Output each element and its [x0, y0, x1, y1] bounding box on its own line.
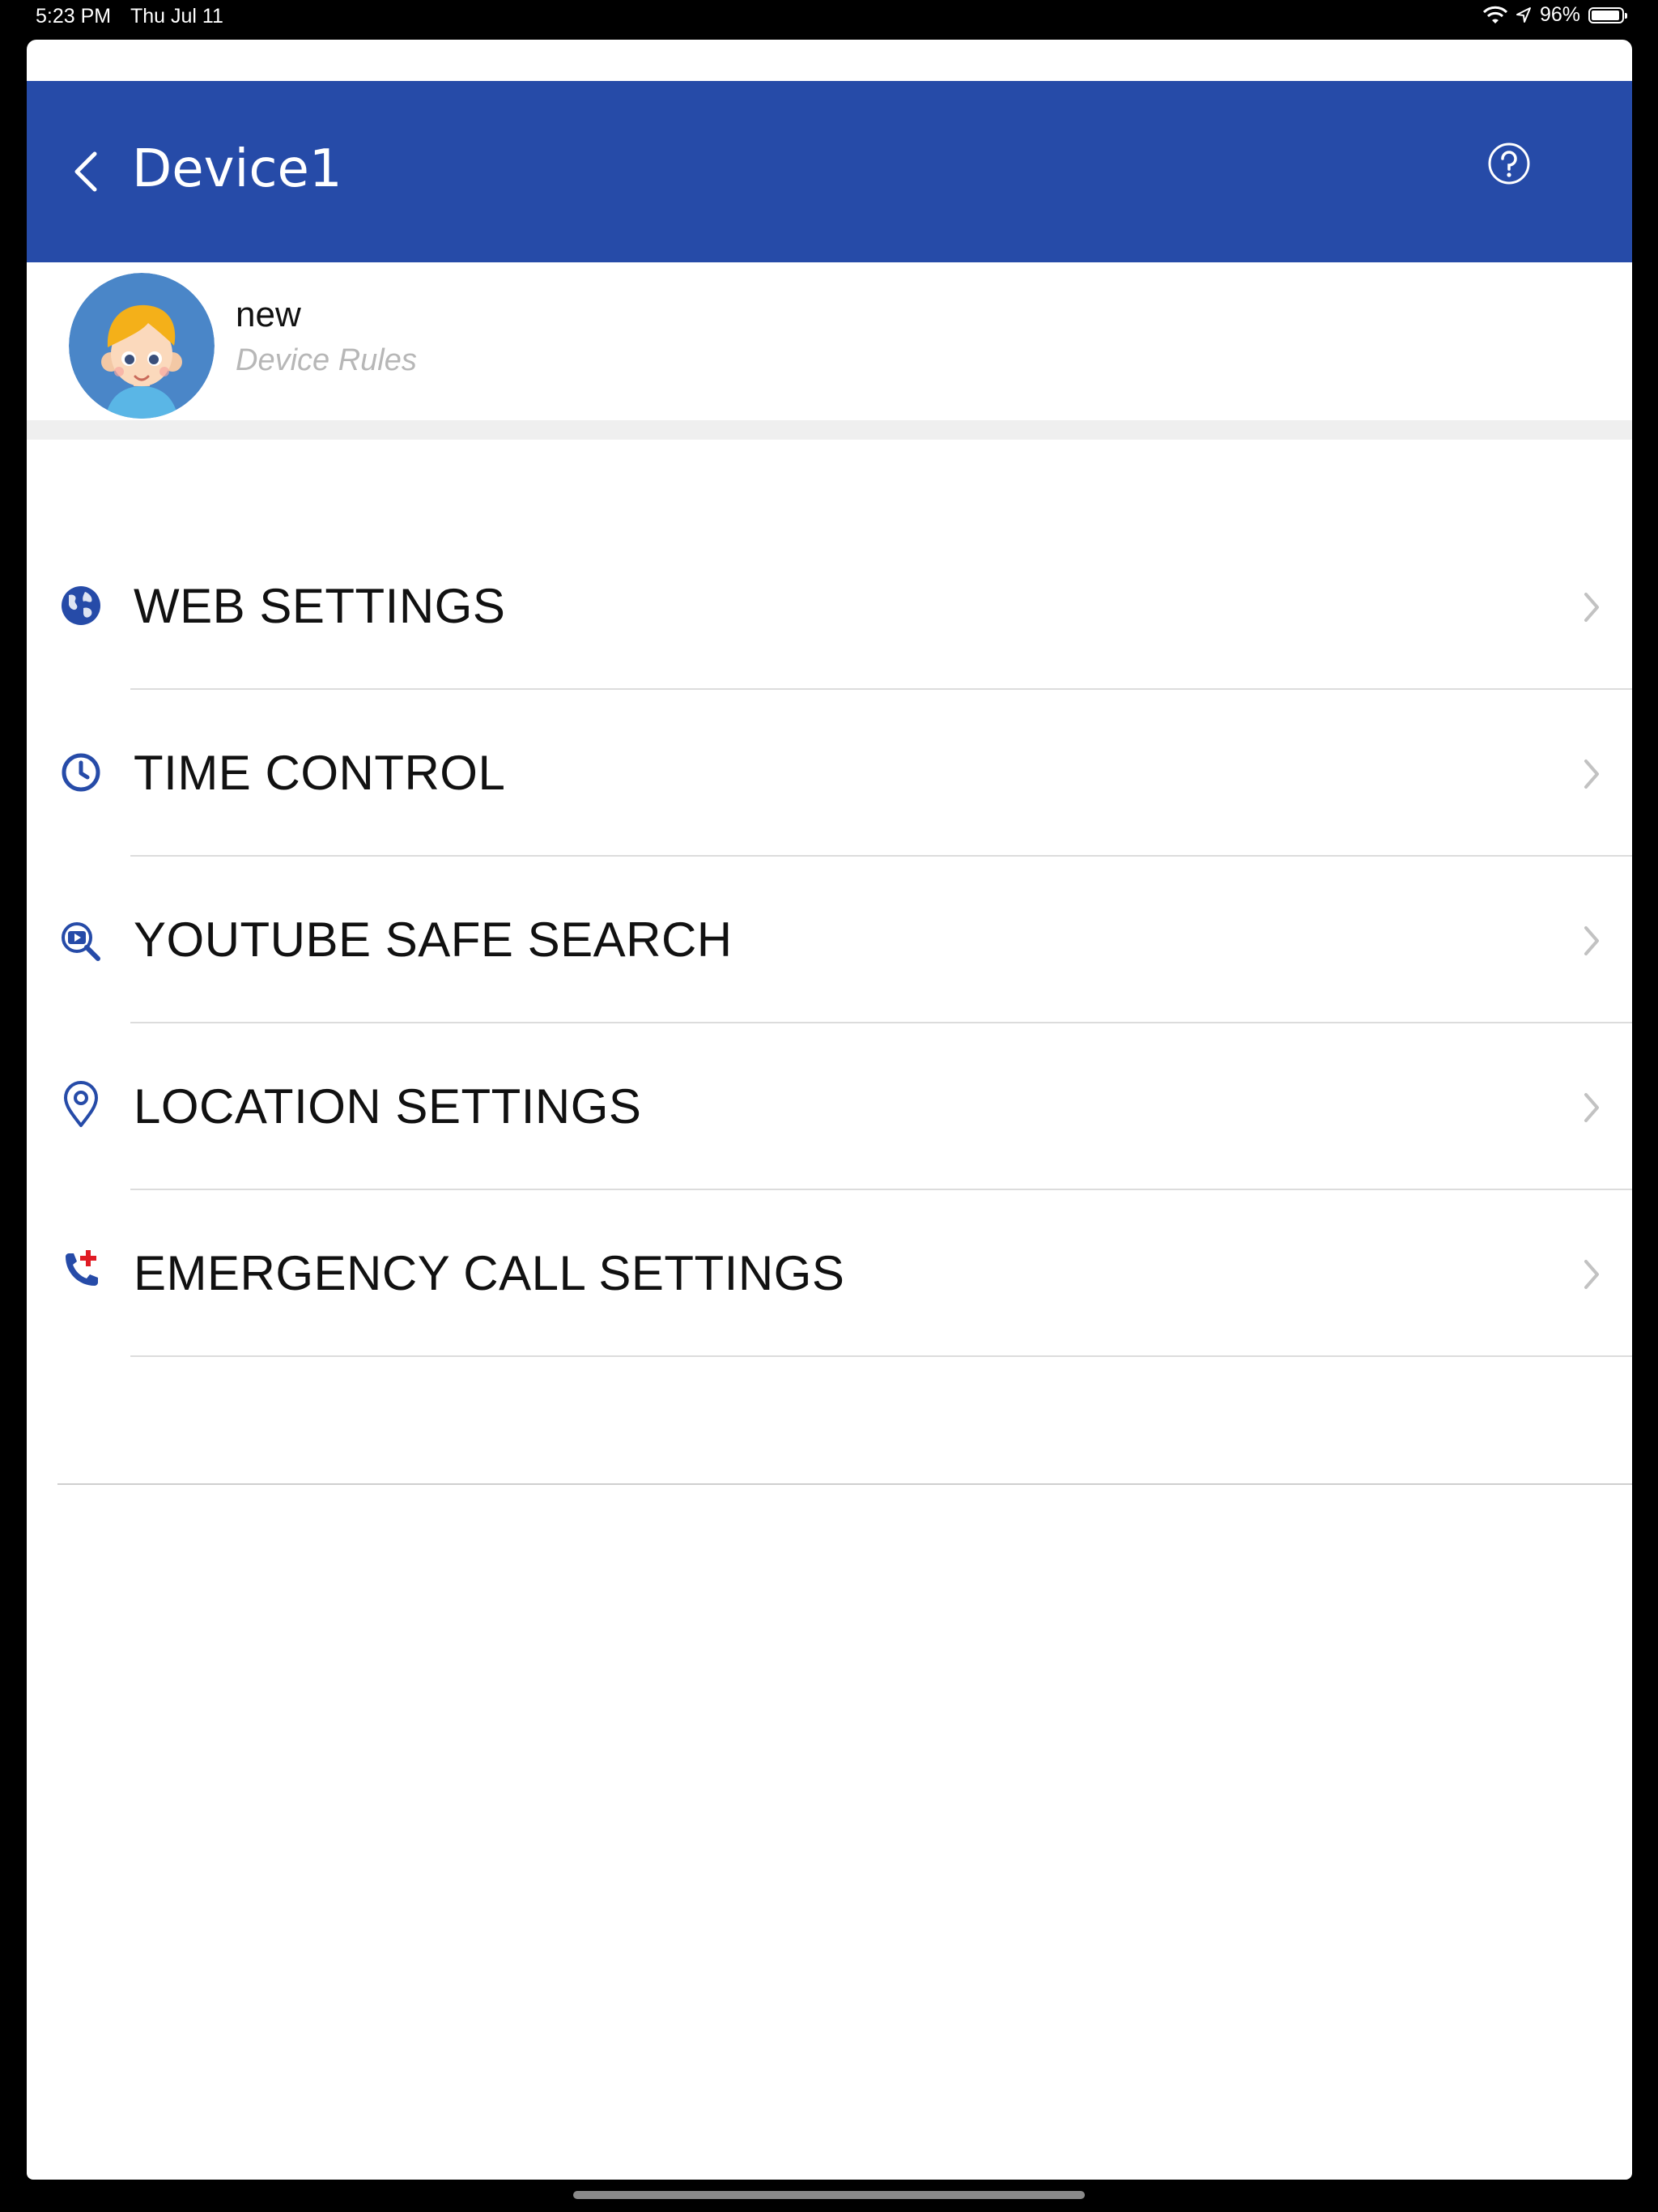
clock-icon	[62, 753, 100, 792]
status-bar: 5:23 PM Thu Jul 11 96%	[0, 0, 1658, 39]
chevron-right-icon	[1584, 1260, 1599, 1289]
menu-item-youtube-safe-search[interactable]: YOUTUBE SAFE SEARCH	[27, 857, 1632, 1023]
menu-item-emergency-call-settings[interactable]: EMERGENCY CALL SETTINGS	[27, 1190, 1632, 1357]
back-chevron-icon[interactable]	[69, 147, 101, 196]
status-time: 5:23 PM	[36, 5, 112, 28]
chevron-right-icon	[1584, 759, 1599, 789]
device-subtitle: Device Rules	[236, 343, 417, 377]
device-owner-name: new	[236, 295, 301, 334]
menu-item-label: EMERGENCY CALL SETTINGS	[134, 1246, 845, 1300]
home-indicator[interactable]	[573, 2191, 1085, 2199]
battery-icon	[1588, 6, 1627, 23]
status-date: Thu Jul 11	[130, 5, 223, 28]
location-pin-icon	[64, 1081, 98, 1127]
menu-item-label: WEB SETTINGS	[134, 579, 506, 633]
nav-header: Device1	[27, 81, 1632, 262]
status-indicators: 96%	[1482, 3, 1627, 27]
child-avatar-icon	[69, 273, 215, 419]
menu-item-location-settings[interactable]: LOCATION SETTINGS	[27, 1023, 1632, 1190]
menu-item-web-settings[interactable]: WEB SETTINGS	[27, 523, 1632, 690]
chevron-right-icon	[1584, 926, 1599, 955]
battery-percent: 96%	[1539, 3, 1580, 26]
video-search-icon	[62, 922, 100, 961]
chevron-right-icon	[1584, 593, 1599, 622]
chevron-right-icon	[1584, 1093, 1599, 1122]
divider	[130, 1355, 1632, 1357]
globe-icon	[62, 586, 100, 625]
app-window: Device1 new Device Rules WEB SETTINGS TI…	[27, 40, 1632, 2180]
bottom-divider	[57, 1483, 1632, 1485]
section-separator	[27, 420, 1632, 440]
menu-item-label: LOCATION SETTINGS	[134, 1079, 642, 1134]
location-arrow-icon	[1516, 6, 1531, 23]
menu-item-label: YOUTUBE SAFE SEARCH	[134, 912, 733, 967]
menu-item-label: TIME CONTROL	[134, 746, 506, 800]
menu-item-time-control[interactable]: TIME CONTROL	[27, 690, 1632, 857]
help-icon[interactable]	[1487, 142, 1531, 185]
emergency-phone-icon	[66, 1250, 98, 1286]
device-profile: new Device Rules	[27, 262, 1632, 420]
avatar	[69, 273, 215, 419]
wifi-icon	[1482, 6, 1507, 23]
page-title: Device1	[132, 139, 342, 199]
